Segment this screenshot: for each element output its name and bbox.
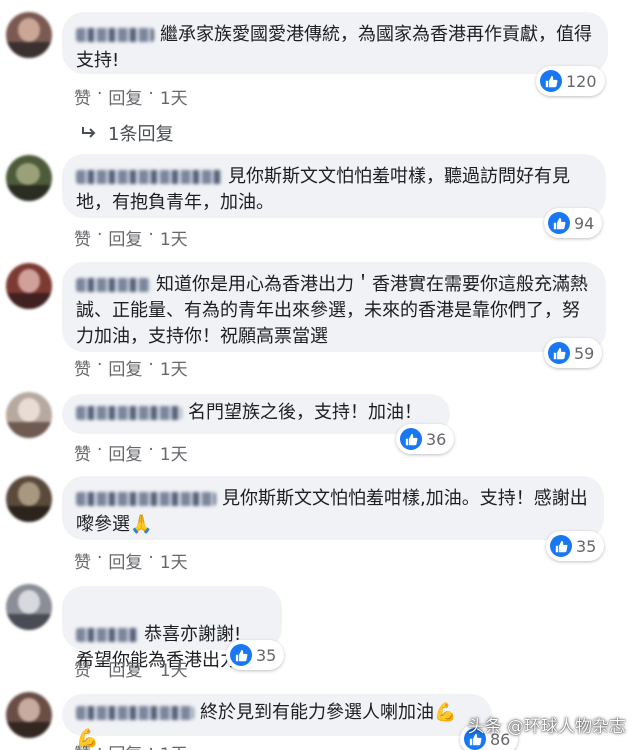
commenter-name[interactable] [76,628,138,642]
like-button[interactable]: 赞 [74,740,91,750]
timestamp[interactable]: 1天 [160,355,188,380]
like-count: 94 [574,213,595,233]
avatar[interactable] [6,263,52,309]
avatar[interactable] [6,392,52,438]
avatar[interactable] [6,692,52,738]
timestamp[interactable]: 1天 [160,548,188,573]
like-button[interactable]: 赞 [74,656,91,681]
avatar[interactable] [6,476,52,522]
avatar[interactable] [6,584,52,630]
commenter-name[interactable] [76,28,154,42]
commenter-name[interactable] [76,278,150,292]
thumbs-up-icon [550,535,572,557]
comment-text: 名門望族之後，支持！加油！ [188,402,422,423]
timestamp[interactable]: 1天 [160,656,188,681]
source-watermark: 头条 @环球人物杂志 [467,717,626,737]
like-button[interactable]: 赞 [74,440,91,465]
commenter-name[interactable] [76,492,216,506]
replies-count-label: 1条回复 [108,124,174,145]
reaction-count[interactable]: 94 [544,208,603,238]
timestamp[interactable]: 1天 [160,225,188,250]
commenter-name[interactable] [76,706,194,720]
view-replies-link[interactable]: 1条回复 [80,120,173,146]
thumbs-up-icon [400,428,422,450]
thumbs-up-icon [548,342,570,364]
comment-bubble: 見你斯斯文文怕怕羞咁樣,加油。支持！感謝出嚟參選🙏 [62,476,604,540]
avatar[interactable] [6,12,52,58]
like-count: 35 [576,536,597,556]
like-count: 36 [426,429,447,449]
reaction-count[interactable]: 120 [536,66,605,96]
commenter-name[interactable] [76,170,222,184]
comment-bubble: 見你斯斯文文怕怕羞咁樣，聽過訪問好有見地，有抱負青年，加油。 [62,154,606,218]
reply-button[interactable]: 回复 [108,740,142,750]
reply-button[interactable]: 回复 [108,440,142,465]
comment-text: 知道你是用心為香港出力＇香港實在需要你這般充滿熱誠、正能量、有為的青年出來參選，… [76,274,588,347]
like-button[interactable]: 赞 [74,355,91,380]
reaction-count[interactable]: 36 [396,424,455,454]
timestamp[interactable]: 1天 [160,740,188,750]
reaction-count[interactable]: 35 [546,531,605,561]
reply-button[interactable]: 回复 [108,225,142,250]
thumbs-up-icon [548,212,570,234]
like-button[interactable]: 赞 [74,225,91,250]
comment-bubble: 終於見到有能力參選人喇加油💪💪 [62,694,492,749]
like-count: 120 [566,71,597,91]
like-button[interactable]: 赞 [74,84,91,109]
like-button[interactable]: 赞 [74,548,91,573]
reaction-count[interactable]: 59 [544,338,603,368]
avatar[interactable] [6,155,52,201]
reply-arrow-icon [82,127,96,138]
reply-button[interactable]: 回复 [108,656,142,681]
comment-bubble: 名門望族之後，支持！加油！ [62,394,450,434]
thumbs-up-icon [230,644,252,666]
like-count: 59 [574,343,595,363]
reply-button[interactable]: 回复 [108,84,142,109]
timestamp[interactable]: 1天 [160,84,188,109]
like-count: 35 [256,645,277,665]
reply-button[interactable]: 回复 [108,548,142,573]
commenter-name[interactable] [76,406,182,420]
timestamp[interactable]: 1天 [160,440,188,465]
reaction-count[interactable]: 35 [226,640,285,670]
reply-button[interactable]: 回复 [108,355,142,380]
thumbs-up-icon [540,70,562,92]
comment-bubble: 知道你是用心為香港出力＇香港實在需要你這般充滿熱誠、正能量、有為的青年出來參選，… [62,262,606,352]
comment-bubble: 繼承家族愛國愛港傳統，為國家為香港再作貢獻，值得支持! [62,12,608,74]
